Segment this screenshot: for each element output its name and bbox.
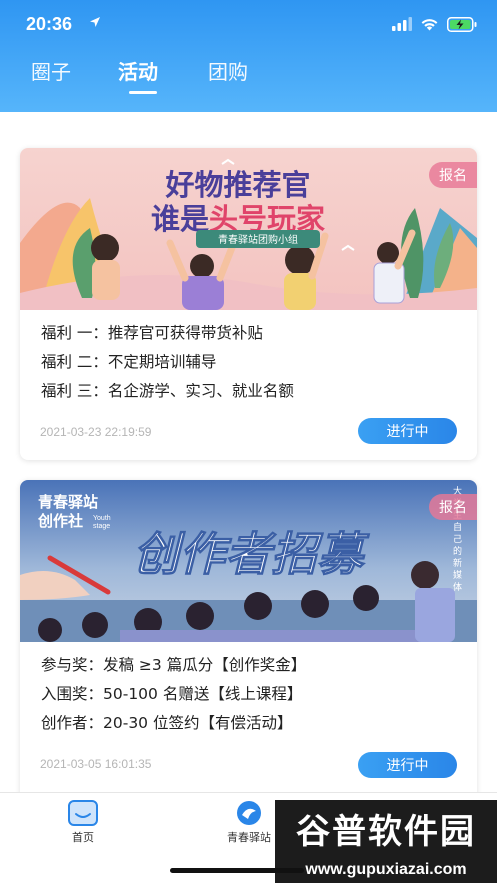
banner-brand-line2: 创作社: [37, 512, 83, 530]
signal-icon: [392, 17, 412, 31]
activity-card[interactable]: 好物推荐官 谁是头号玩家 青春驿站团购小组 报名 福利 一：推荐官可获得带货补贴…: [20, 148, 477, 460]
tabbar-home[interactable]: 首页: [33, 799, 133, 845]
activity-date: 2021-03-05 16:01:35: [40, 757, 152, 771]
status-in-progress-button[interactable]: 进行中: [358, 418, 457, 444]
watermark: 谷普软件园 www.gupuxiazai.com: [275, 800, 497, 883]
status-in-progress-button[interactable]: 进行中: [358, 752, 457, 778]
banner-title-line1: 好物推荐官: [164, 168, 310, 202]
activity-date: 2021-03-23 22:19:59: [40, 425, 152, 439]
signup-badge[interactable]: 报名: [429, 494, 477, 520]
home-indicator[interactable]: [170, 868, 304, 873]
tab-circle[interactable]: 圈子: [31, 56, 71, 85]
banner-subtitle: 青春驿站团购小组: [218, 233, 298, 246]
top-tabs: 圈子 活动 团购: [0, 56, 497, 96]
perk-list: 参与奖：发稿 ≥3 篇瓜分【创作奖金】 入围奖：50-100 名赠送【线上课程】…: [41, 651, 306, 738]
activity-list: 好物推荐官 谁是头号玩家 青春驿站团购小组 报名 福利 一：推荐官可获得带货补贴…: [0, 112, 497, 792]
banner-brand-en2: stage: [93, 523, 110, 530]
perk-item: 入围奖：50-100 名赠送【线上课程】: [41, 685, 303, 703]
wifi-icon: [421, 19, 438, 31]
header: 20:36 圈子 活动 团购: [0, 0, 497, 112]
perk-item: 福利 三：名企游学、实习、就业名额: [41, 382, 294, 400]
status-icons: [392, 14, 477, 34]
activity-banner-image: 好物推荐官 谁是头号玩家 青春驿站团购小组 报名: [20, 148, 477, 310]
perk-item: 创作者：20-30 位签约【有偿活动】: [41, 714, 293, 732]
status-time: 20:36: [26, 14, 73, 34]
tabbar-label: 首页: [72, 831, 94, 844]
battery-charging-icon: [447, 16, 477, 32]
tab-group-buy[interactable]: 团购: [208, 56, 248, 85]
banner-brand-en1: Youth: [93, 515, 111, 522]
status-bar: 20:36: [0, 0, 497, 46]
home-icon: [68, 800, 98, 826]
fish-logo-icon: [237, 801, 261, 825]
banner-headline: 创作者招募: [133, 527, 370, 581]
perk-item: 福利 一：推荐官可获得带货补贴: [41, 324, 263, 342]
watermark-title: 谷普软件园: [275, 800, 497, 856]
perk-item: 福利 二：不定期培训辅导: [41, 353, 217, 371]
perk-item: 参与奖：发稿 ≥3 篇瓜分【创作奖金】: [41, 656, 307, 674]
banner-illustration: 好物推荐官 谁是头号玩家 青春驿站团购小组: [20, 148, 477, 310]
banner-photo: 青春驿站 创作社 Youth stage 创作者招募: [20, 480, 477, 642]
active-tab-indicator: [129, 91, 157, 94]
watermark-url: www.gupuxiazai.com: [275, 856, 497, 883]
location-arrow-icon: [90, 17, 100, 27]
activity-banner-image: 青春驿站 创作社 Youth stage 创作者招募 大学生自己的新媒体 报名: [20, 480, 477, 642]
activity-card[interactable]: 青春驿站 创作社 Youth stage 创作者招募 大学生自己的新媒体 报名 …: [20, 480, 477, 792]
signup-badge[interactable]: 报名: [429, 162, 477, 188]
tab-activity[interactable]: 活动: [118, 56, 158, 85]
perk-list: 福利 一：推荐官可获得带货补贴 福利 二：不定期培训辅导 福利 三：名企游学、实…: [41, 319, 294, 406]
banner-brand-line1: 青春驿站: [38, 493, 98, 511]
